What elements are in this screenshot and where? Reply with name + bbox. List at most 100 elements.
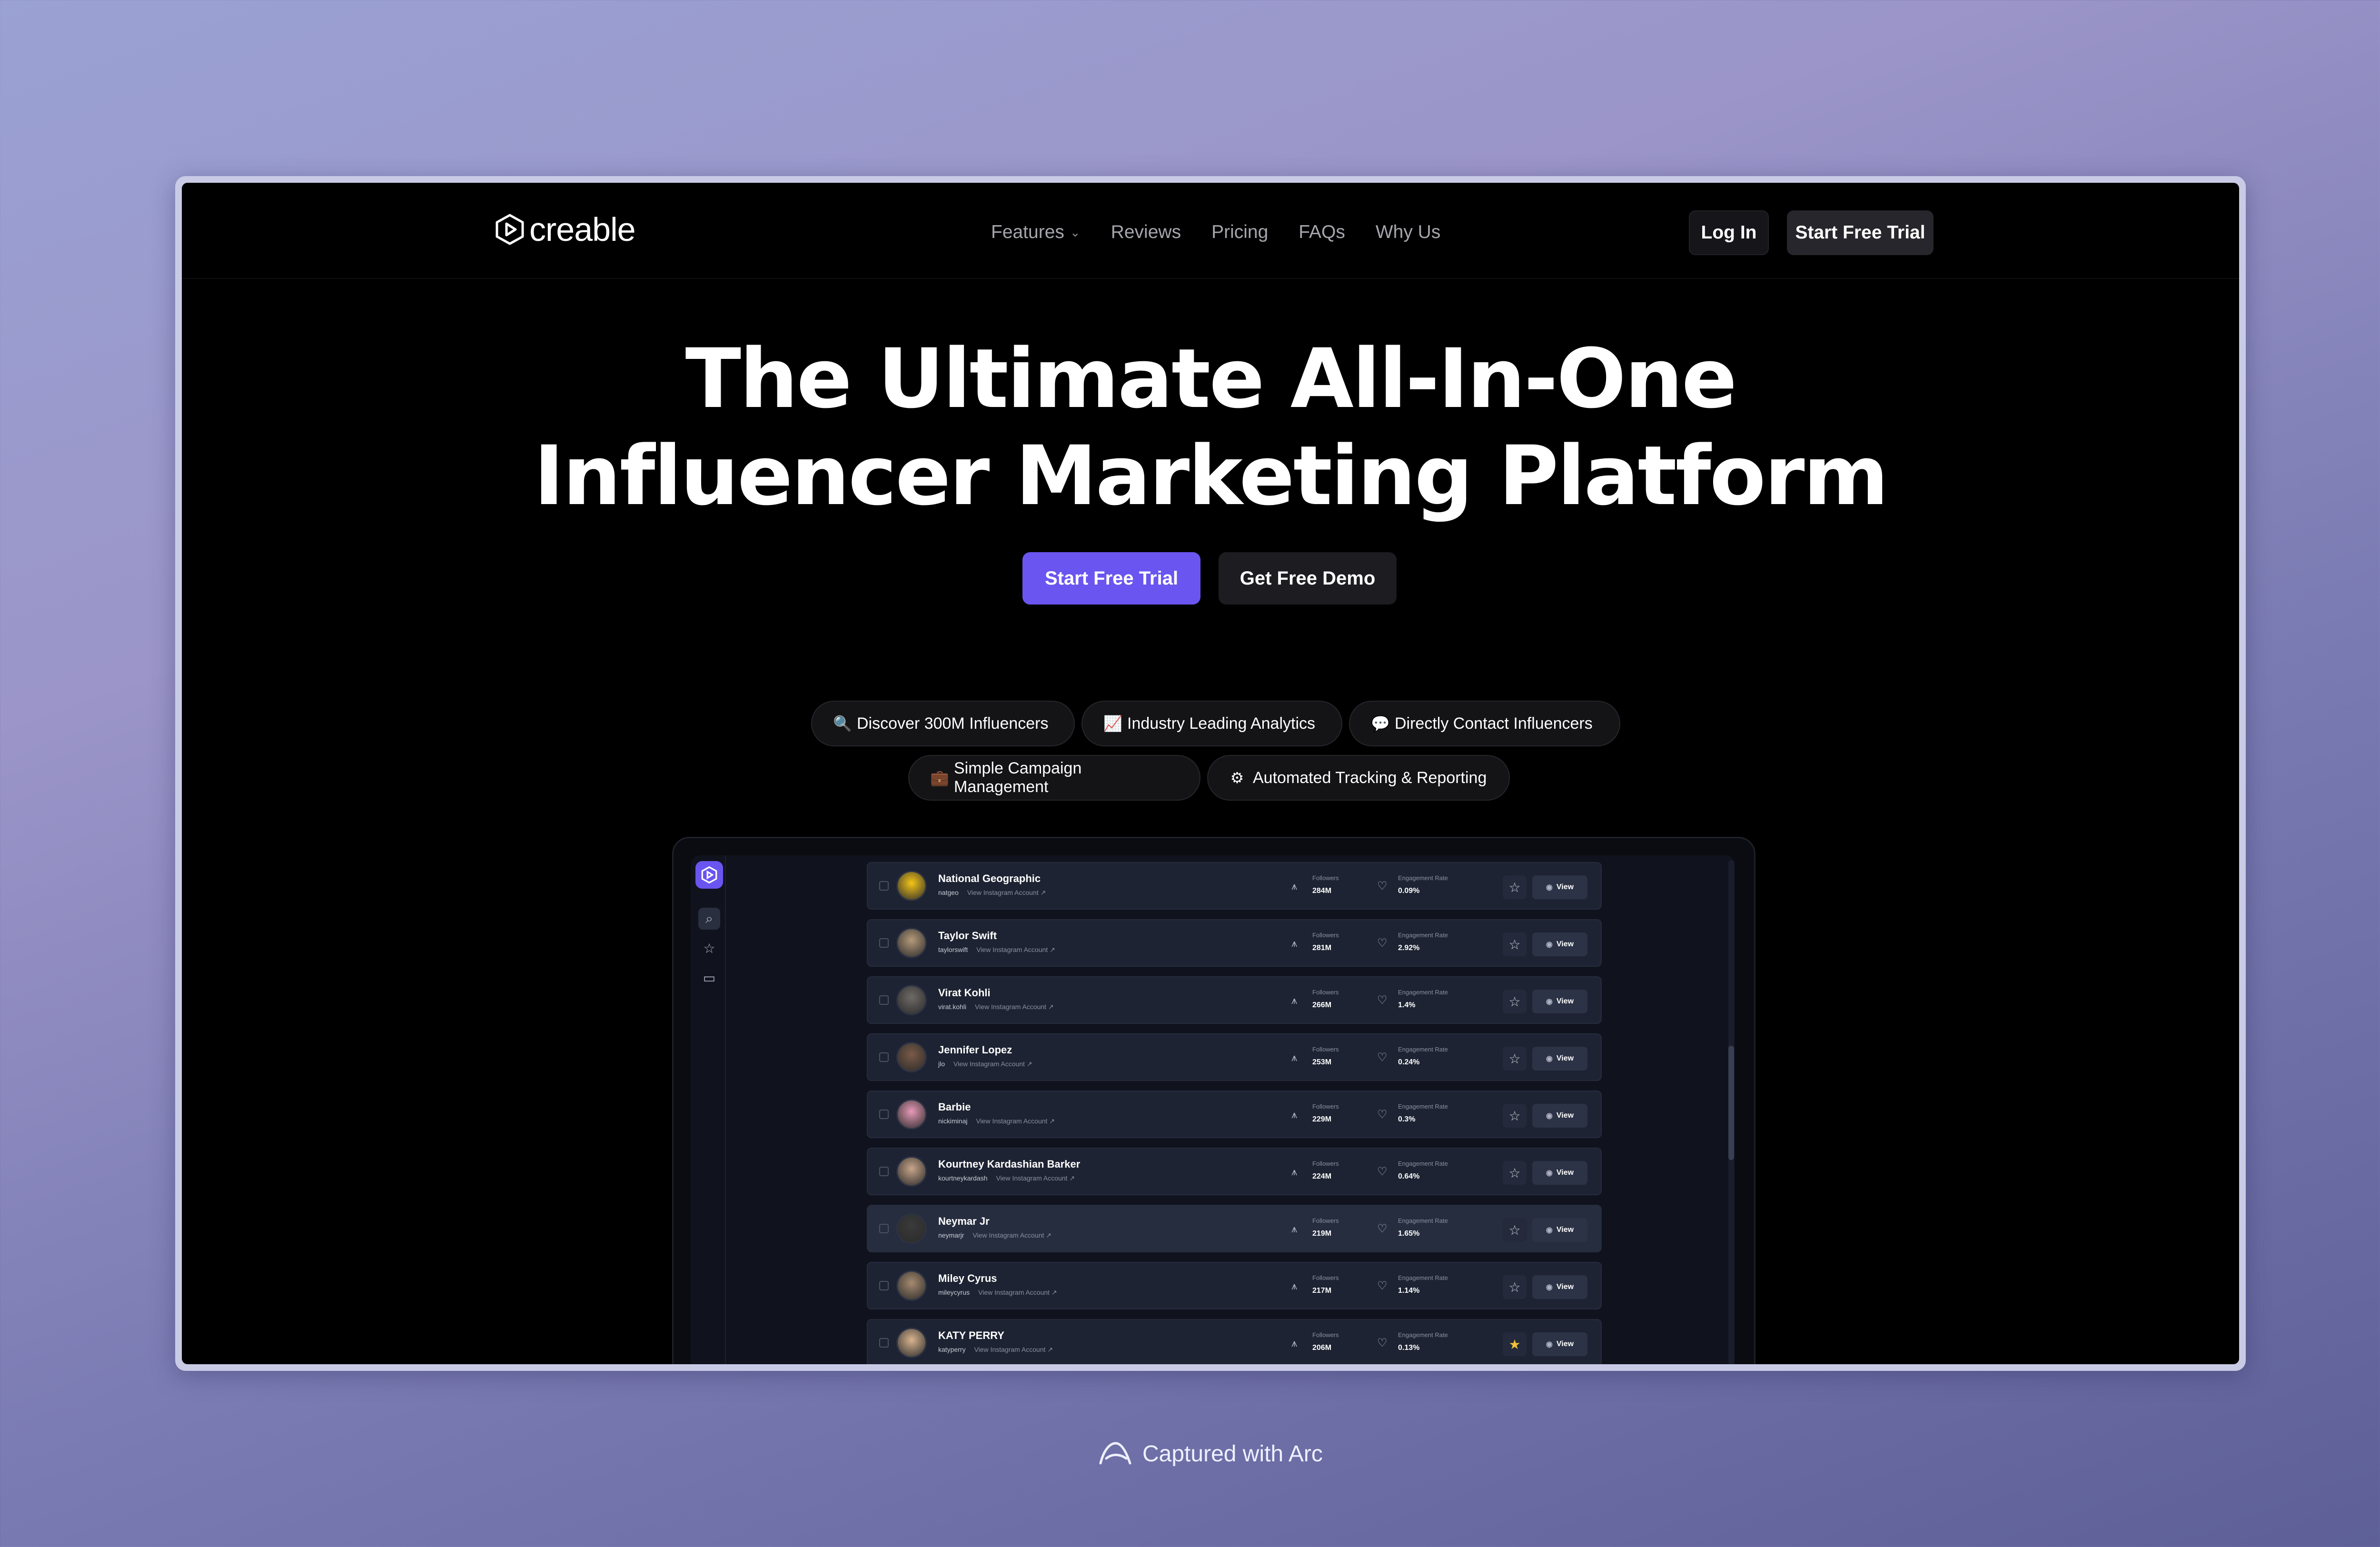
row-checkbox[interactable] [879,881,889,891]
influencer-name: KATY PERRY [938,1329,1004,1341]
handle-text: katyperry [938,1346,966,1353]
row-checkbox[interactable] [879,1224,889,1233]
followers-icon: ⩚ [1291,880,1298,892]
instagram-link-label: View Instagram Account [976,1117,1048,1125]
influencer-name: National Geographic [938,873,1041,884]
view-button[interactable]: ◉ View [1532,1047,1587,1071]
chat-icon[interactable]: ▭ [698,967,720,989]
influencer-row[interactable]: Taylor Swift taylorswift View Instagram Ac… [867,919,1602,967]
engagement-value: 0.09% [1398,887,1420,895]
row-checkbox[interactable] [879,1110,889,1119]
heart-icon: ♡ [1377,1108,1388,1121]
influencer-row[interactable]: Barbie nickiminaj View Instagram Account ↗… [867,1091,1602,1138]
view-button[interactable]: ◉ View [1532,1332,1587,1356]
instagram-link[interactable]: View Instagram Account ↗ [953,1060,1032,1068]
followers-icon: ⩚ [1291,994,1298,1006]
view-button[interactable]: ◉ View [1532,1218,1587,1242]
row-checkbox[interactable] [879,1338,889,1348]
app-logo-icon[interactable] [695,861,723,889]
eye-icon: ◉ [1546,883,1553,892]
favorite-star-icon[interactable]: ☆ [1503,1275,1527,1299]
chart-icon: 📈 [1103,715,1122,732]
heart-icon: ♡ [1377,1222,1388,1235]
nav-start-trial-button[interactable]: Start Free Trial [1787,210,1934,255]
avatar [896,1328,927,1358]
nav-link-faqs[interactable]: FAQs [1299,222,1345,243]
row-checkbox[interactable] [879,1281,889,1290]
influencer-row[interactable]: Jennifer Lopez jlo View Instagram Account … [867,1033,1602,1081]
influencer-row[interactable]: Neymar Jr neymarjr View Instagram Account … [867,1205,1602,1252]
play-logo-icon [496,214,524,245]
instagram-link[interactable]: View Instagram Account ↗ [976,1117,1055,1125]
favorite-star-icon[interactable]: ☆ [1503,932,1527,956]
row-checkbox[interactable] [879,938,889,948]
favorite-star-icon[interactable]: ☆ [1503,990,1527,1013]
gear-icon: ⚙ [1230,769,1244,786]
hero-title-line: The Ultimate All-In-One [685,331,1737,426]
influencer-name: Barbie [938,1101,971,1113]
favorite-star-icon[interactable]: ☆ [1503,1218,1527,1242]
view-button[interactable]: ◉ View [1532,875,1587,899]
view-button[interactable]: ◉ View [1532,1104,1587,1128]
heart-icon: ♡ [1377,880,1388,892]
view-button[interactable]: ◉ View [1532,990,1587,1013]
favorite-star-icon[interactable]: ☆ [1503,1047,1527,1071]
scrollbar[interactable] [1728,860,1734,1364]
nav-link-label: FAQs [1299,222,1345,242]
instagram-link-label: View Instagram Account [978,1289,1050,1296]
view-button[interactable]: ◉ View [1532,1161,1587,1185]
instagram-link[interactable]: View Instagram Account ↗ [975,1003,1054,1011]
get-free-demo-button[interactable]: Get Free Demo [1219,552,1397,605]
instagram-link[interactable]: View Instagram Account ↗ [976,946,1055,953]
favorite-star-icon[interactable]: ☆ [1503,1104,1527,1128]
influencer-row[interactable]: Kourtney Kardashian Barker kourtneykardas… [867,1148,1602,1195]
briefcase-icon: 💼 [930,769,949,786]
engagement-value: 0.3% [1398,1115,1416,1123]
influencer-row[interactable]: National Geographic natgeo View Instagram … [867,862,1602,910]
feature-label: Industry Leading Analytics [1127,714,1316,733]
favorite-star-icon[interactable]: ☆ [1503,1161,1527,1185]
followers-label: Followers [1312,1103,1339,1110]
influencer-row[interactable]: KATY PERRY katyperry View Instagram Accoun… [867,1319,1602,1364]
followers-value: 284M [1312,887,1332,895]
hero-title: The Ultimate All-In-One Influencer Marke… [182,330,2239,525]
nav-link-pricing[interactable]: Pricing [1211,222,1268,243]
row-checkbox[interactable] [879,1167,889,1176]
feature-label: Directly Contact Influencers [1395,714,1593,733]
nav-link-features[interactable]: Features ⌄ [991,222,1081,243]
engagement-value: 0.64% [1398,1172,1420,1180]
star-icon[interactable]: ☆ [698,937,720,959]
instagram-link[interactable]: View Instagram Account ↗ [978,1289,1057,1296]
view-label: View [1556,1283,1574,1291]
influencer-row[interactable]: Miley Cyrus mileycyrus View Instagram Acco… [867,1262,1602,1309]
followers-label: Followers [1312,932,1339,939]
brand-logo[interactable]: creable [495,210,636,248]
followers-label: Followers [1312,1160,1339,1167]
login-button[interactable]: Log In [1689,210,1769,255]
instagram-link[interactable]: View Instagram Account ↗ [972,1231,1051,1239]
instagram-link[interactable]: View Instagram Account ↗ [974,1346,1053,1353]
instagram-link-label: View Instagram Account [974,1346,1046,1353]
instagram-link[interactable]: View Instagram Account ↗ [996,1174,1075,1182]
engagement-label: Engagement Rate [1398,932,1448,939]
instagram-link[interactable]: View Instagram Account ↗ [967,889,1046,896]
row-checkbox[interactable] [879,995,889,1005]
scrollbar-thumb[interactable] [1728,1046,1734,1160]
favorite-star-icon[interactable]: ☆ [1503,875,1527,899]
nav-link-reviews[interactable]: Reviews [1111,222,1181,243]
favorite-star-icon[interactable]: ★ [1503,1332,1527,1356]
view-label: View [1556,1111,1574,1120]
followers-icon: ⩚ [1291,1337,1298,1349]
nav-link-why-us[interactable]: Why Us [1376,222,1441,243]
view-button[interactable]: ◉ View [1532,932,1587,956]
external-link-icon: ↗ [1026,1060,1032,1068]
start-free-trial-button[interactable]: Start Free Trial [1022,552,1200,605]
search-icon[interactable]: ⌕ [698,908,720,930]
avatar [896,871,927,901]
avatar [896,1213,927,1244]
row-checkbox[interactable] [879,1052,889,1062]
view-button[interactable]: ◉ View [1532,1275,1587,1299]
handle-text: virat.kohli [938,1003,967,1011]
avatar [896,928,927,958]
influencer-row[interactable]: Virat Kohli virat.kohli View Instagram Acc… [867,976,1602,1024]
